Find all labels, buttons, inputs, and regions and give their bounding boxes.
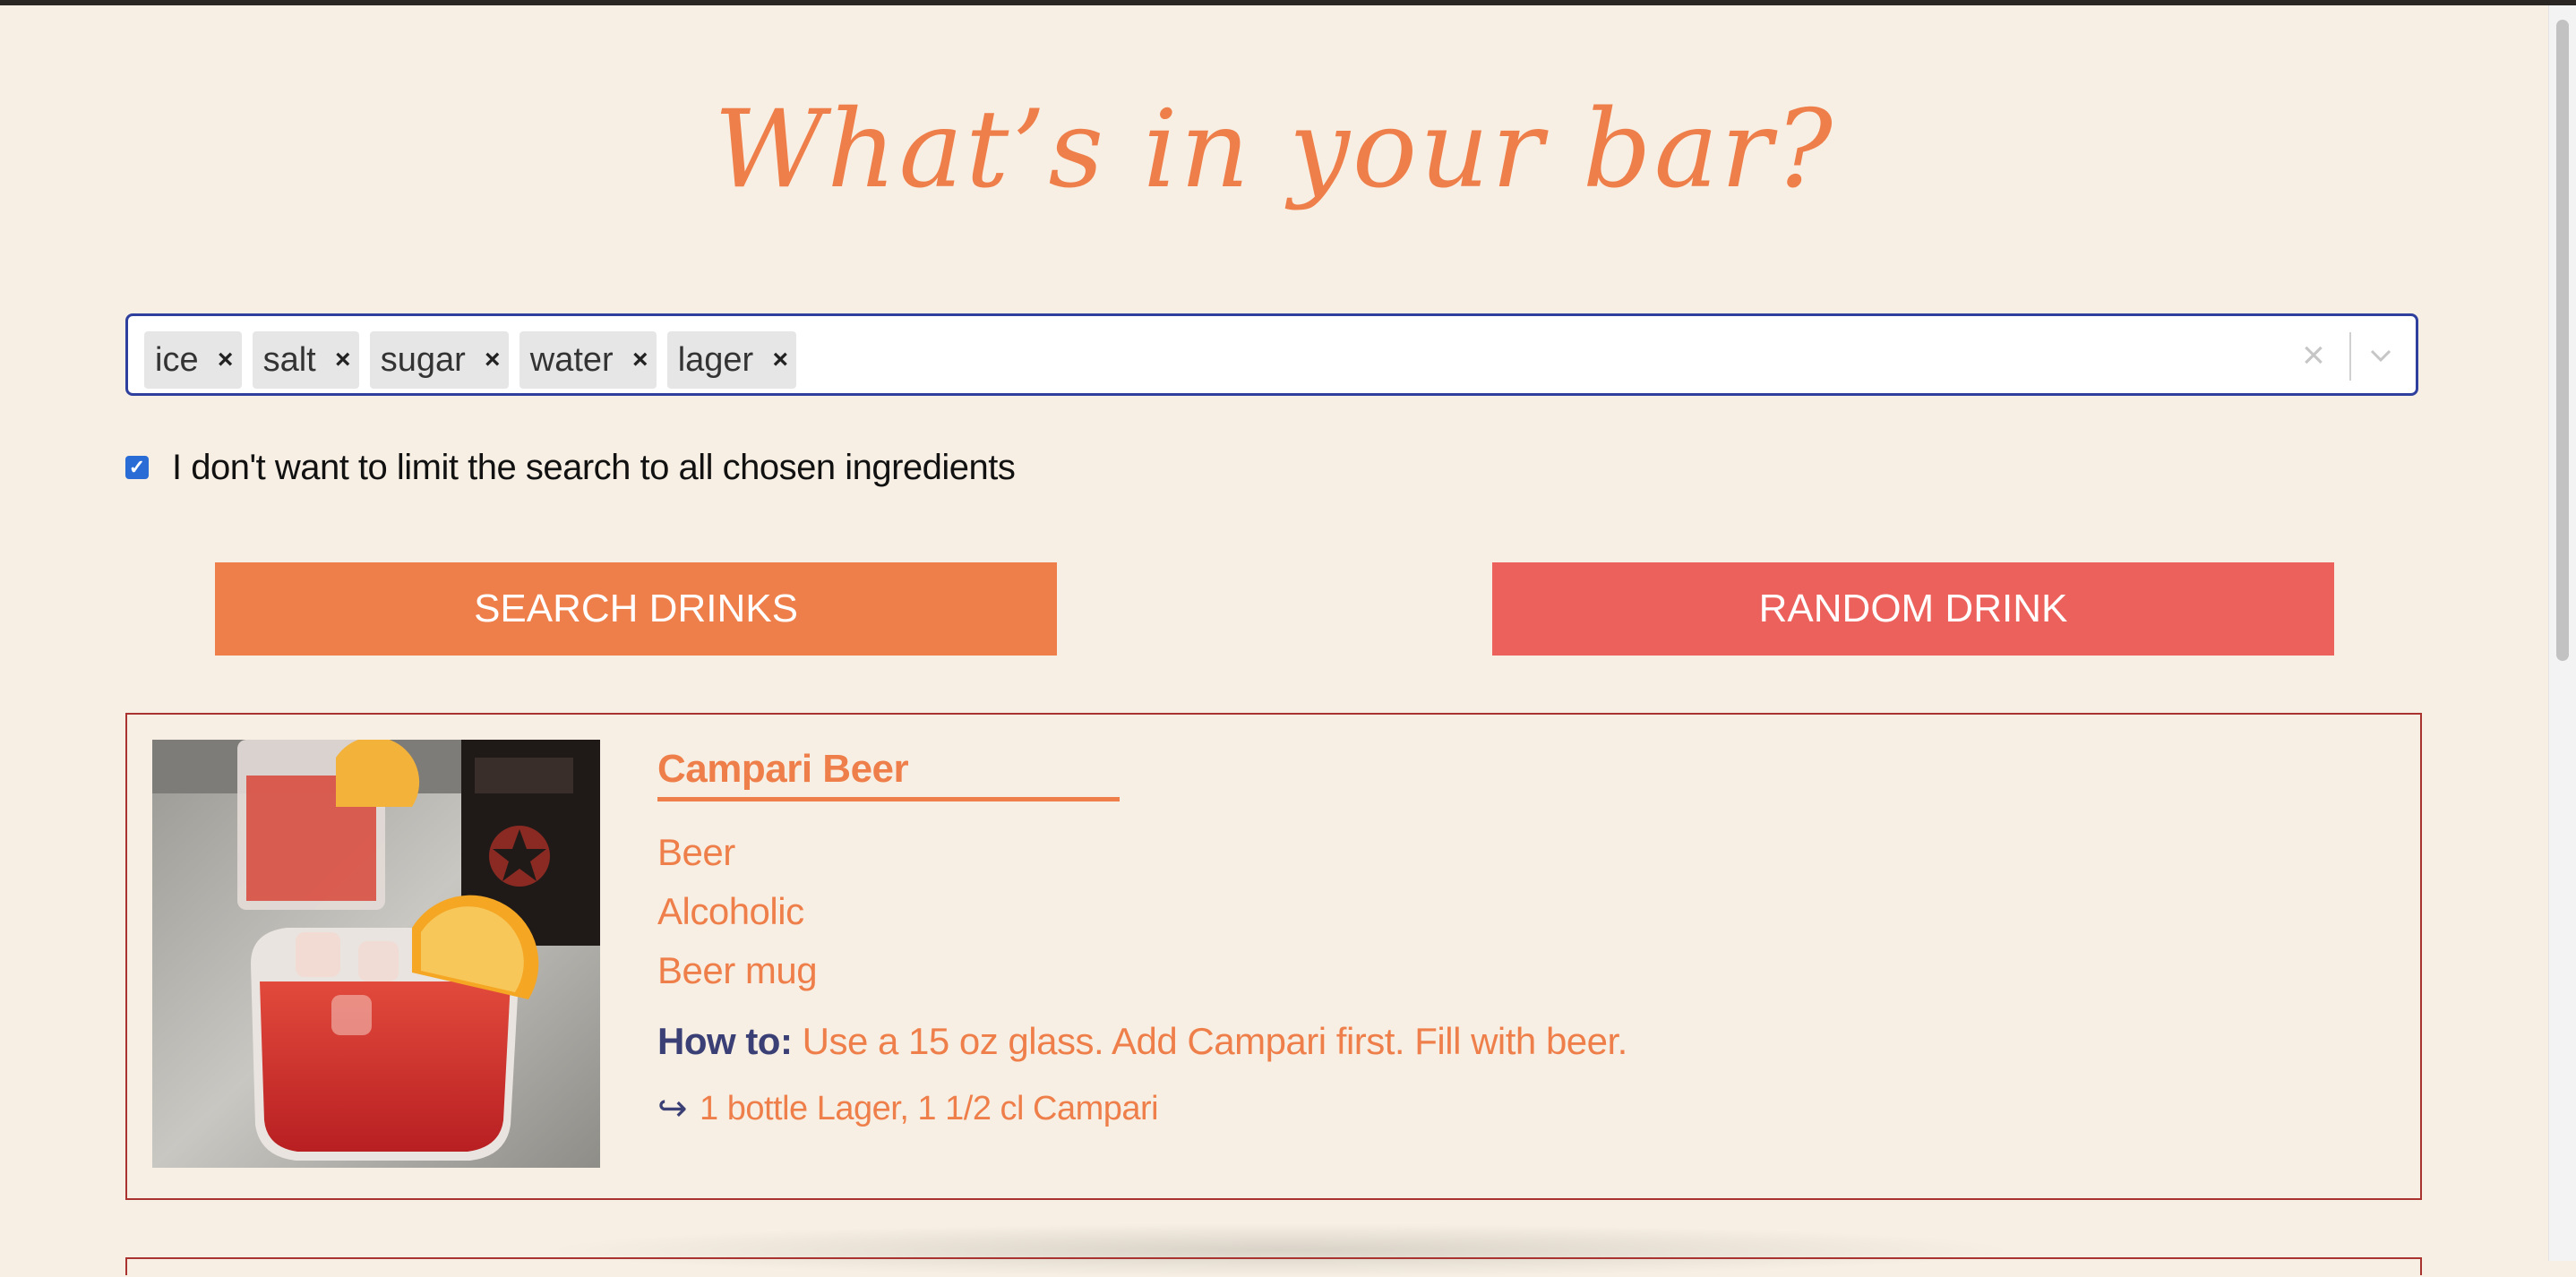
chip-remove-icon[interactable]: × xyxy=(327,331,359,389)
chip-remove-icon[interactable]: × xyxy=(624,331,657,389)
drink-alcoholic: Alcoholic xyxy=(657,890,804,932)
drink-details: Campari Beer Beer Alcoholic Beer mug How… xyxy=(657,747,2359,1129)
return-arrow-icon: ↪ xyxy=(657,1089,688,1128)
howto-label: How to: xyxy=(657,1020,793,1062)
ingredient-chip-ice: ice × xyxy=(144,331,242,389)
page-scrollbar[interactable] xyxy=(2548,5,2576,1261)
drink-card: Campari Beer Beer Alcoholic Beer mug How… xyxy=(125,713,2422,1200)
limit-search-checkbox[interactable]: ✓ xyxy=(125,456,149,479)
random-drink-button[interactable]: RANDOM DRINK xyxy=(1492,562,2334,656)
ingredient-chip-sugar: sugar × xyxy=(369,331,509,389)
chip-label: ice xyxy=(155,340,199,379)
chip-remove-icon[interactable]: × xyxy=(764,331,796,389)
drink-instructions: How to: Use a 15 oz glass. Add Campari f… xyxy=(657,1020,2359,1063)
page-title: What’s in your bar? xyxy=(714,88,1835,212)
search-drinks-button[interactable]: SEARCH DRINKS xyxy=(215,562,1057,656)
ingredient-chip-salt: salt × xyxy=(252,331,359,389)
chip-label: sugar xyxy=(380,340,466,379)
chevron-down-icon[interactable] xyxy=(2353,329,2409,382)
drink-photo xyxy=(152,740,600,1168)
limit-search-label[interactable]: I don't want to limit the search to all … xyxy=(172,448,1016,488)
ingredient-chip-lager: lager × xyxy=(666,331,797,389)
ingredients-text: 1 bottle Lager, 1 1/2 cl Campari xyxy=(700,1089,1159,1127)
selected-ingredients: ice × salt × sugar × water × lager × xyxy=(144,331,797,389)
ingredient-chip-water: water × xyxy=(519,331,657,389)
drink-meta: Beer Alcoholic Beer mug xyxy=(657,823,2359,1000)
drink-name[interactable]: Campari Beer xyxy=(657,747,909,795)
ingredient-multiselect[interactable]: ice × salt × sugar × water × lager × × xyxy=(125,313,2418,396)
chip-label: water xyxy=(529,340,614,379)
page: What’s in your bar? ice × salt × sugar ×… xyxy=(0,5,2549,1277)
drink-ingredients: ↪ 1 bottle Lager, 1 1/2 cl Campari xyxy=(657,1088,2359,1129)
howto-text: Use a 15 oz glass. Add Campari first. Fi… xyxy=(802,1020,1628,1062)
drink-category: Beer xyxy=(657,831,735,873)
chip-label: salt xyxy=(262,340,316,379)
chip-remove-icon[interactable]: × xyxy=(210,331,242,389)
drink-glass: Beer mug xyxy=(657,949,818,991)
scrollbar-thumb[interactable] xyxy=(2556,20,2569,661)
clear-all-icon[interactable]: × xyxy=(2288,329,2339,382)
chip-remove-icon[interactable]: × xyxy=(477,331,509,389)
drink-card-next xyxy=(125,1257,2422,1275)
indicator-separator xyxy=(2349,332,2351,381)
limit-search-option: ✓ I don't want to limit the search to al… xyxy=(125,441,1016,494)
name-underline xyxy=(657,797,1120,801)
chip-label: lager xyxy=(677,340,754,379)
